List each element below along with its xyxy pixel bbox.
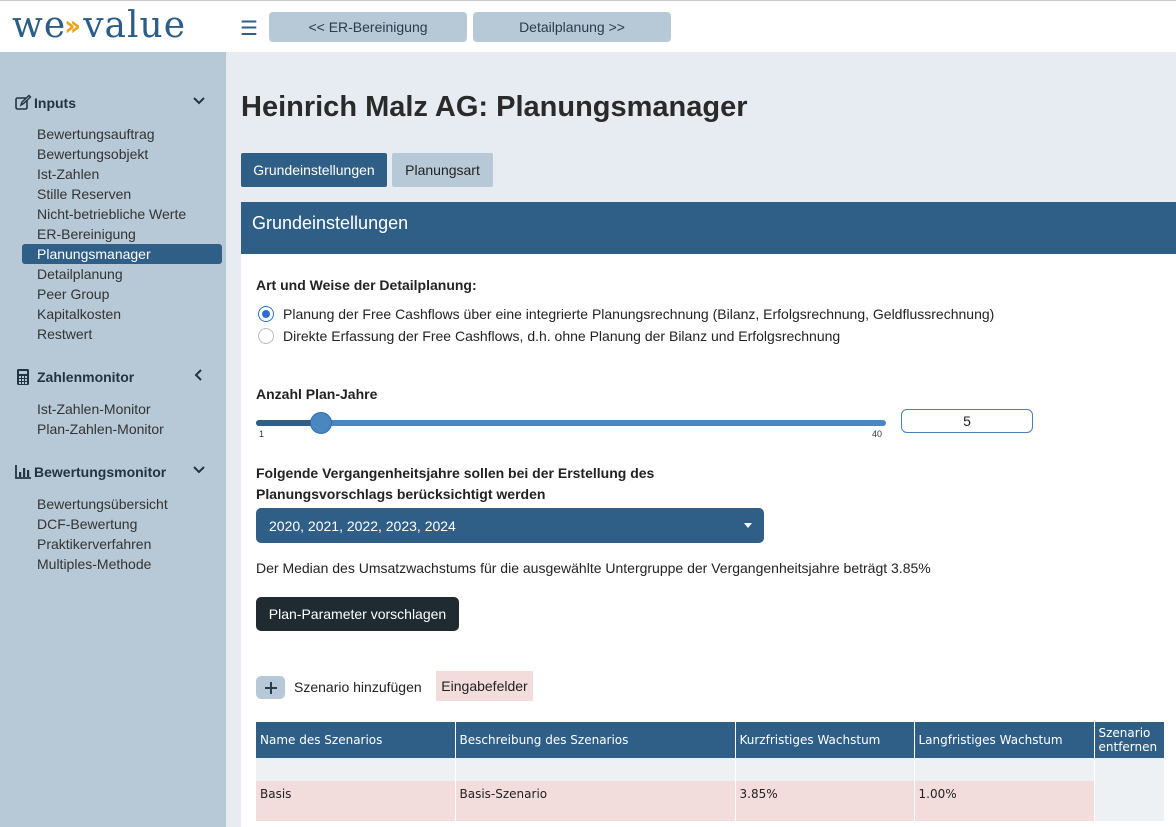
top-bar: we›› value ☰ << ER-Bereinigung Detailplan… bbox=[0, 0, 1176, 52]
menu-icon[interactable]: ☰ bbox=[240, 16, 258, 41]
sidebar-section-title: Inputs bbox=[34, 95, 76, 111]
edit-icon bbox=[15, 94, 32, 110]
panel-header: Grundeinstellungen bbox=[241, 202, 1176, 254]
sidebar-section-title: Bewertungsmonitor bbox=[34, 464, 167, 480]
short-growth-cell[interactable]: 3.85% bbox=[735, 781, 915, 821]
radio-button[interactable] bbox=[258, 328, 274, 344]
radio-label: Direkte Erfassung der Free Cashflows, d.… bbox=[283, 328, 841, 344]
chevron-left-icon[interactable] bbox=[192, 368, 206, 382]
table-cell[interactable] bbox=[256, 758, 456, 781]
col-header-long-growth: Langfristiges Wachstum bbox=[914, 722, 1095, 758]
radio-integrated-planning[interactable]: Planung der Free Cashflows über eine int… bbox=[258, 306, 994, 322]
sidebar: Inputs Bewertungsauftrag Bewertungsobjek… bbox=[0, 52, 226, 827]
sidebar-item-bewertungsauftrag[interactable]: Bewertungsauftrag bbox=[22, 124, 222, 144]
median-info-text: Der Median des Umsatzwachstums für die a… bbox=[256, 560, 931, 576]
wevalue-logo[interactable]: we›› value bbox=[12, 5, 186, 46]
scenario-name-cell[interactable]: Basis bbox=[256, 781, 456, 821]
radio-label: Planung der Free Cashflows über eine int… bbox=[283, 306, 995, 322]
past-years-label: Folgende Vergangenheitsjahre sollen bei … bbox=[256, 465, 655, 481]
bar-chart-icon bbox=[15, 465, 31, 479]
sidebar-item-restwert[interactable]: Restwert bbox=[22, 324, 222, 344]
long-growth-cell[interactable]: 1.00% bbox=[914, 781, 1095, 821]
sidebar-item-dcf-bewertung[interactable]: DCF-Bewertung bbox=[22, 514, 222, 534]
sidebar-section-zahlenmonitor[interactable]: Zahlenmonitor bbox=[14, 366, 214, 388]
sidebar-item-bewertungsuebersicht[interactable]: Bewertungsübersicht bbox=[22, 494, 222, 514]
sidebar-item-praktikerverfahren[interactable]: Praktikerverfahren bbox=[22, 534, 222, 554]
col-header-short-growth: Kurzfristiges Wachstum bbox=[735, 722, 915, 758]
sidebar-item-stille-reserven[interactable]: Stille Reserven bbox=[22, 184, 222, 204]
table-header-row: Name des Szenarios Beschreibung des Szen… bbox=[256, 722, 1165, 758]
table-row: Basis Basis-Szenario 3.85% 1.00% bbox=[256, 781, 1165, 821]
main-content: Heinrich Malz AG: Planungsmanager Grunde… bbox=[226, 52, 1176, 827]
prev-page-button[interactable]: << ER-Bereinigung bbox=[269, 12, 467, 42]
slider-min-label: 1 bbox=[259, 429, 265, 439]
plan-years-slider[interactable] bbox=[256, 412, 886, 434]
col-header-name: Name des Szenarios bbox=[256, 722, 456, 758]
page-title: Heinrich Malz AG: Planungsmanager bbox=[241, 91, 748, 123]
sidebar-item-ist-zahlen-monitor[interactable]: Ist-Zahlen-Monitor bbox=[22, 399, 222, 419]
col-header-remove: Szenario entfernen bbox=[1094, 722, 1165, 758]
selected-years: 2020, 2021, 2022, 2023, 2024 bbox=[269, 518, 456, 534]
sidebar-item-multiples-methode[interactable]: Multiples-Methode bbox=[22, 554, 222, 574]
remove-scenario-cell[interactable] bbox=[1094, 781, 1165, 821]
past-years-select[interactable]: 2020, 2021, 2022, 2023, 2024 bbox=[256, 508, 764, 543]
scenario-description-cell[interactable]: Basis-Szenario bbox=[455, 781, 736, 821]
radio-button[interactable] bbox=[258, 306, 274, 322]
tab-planungsart[interactable]: Planungsart bbox=[392, 153, 493, 187]
slider-max-label: 40 bbox=[872, 429, 883, 439]
sidebar-item-bewertungsobjekt[interactable]: Bewertungsobjekt bbox=[22, 144, 222, 164]
scenario-table: Name des Szenarios Beschreibung des Szen… bbox=[256, 722, 1165, 821]
input-fields-legend: Eingabefelder bbox=[436, 671, 533, 701]
sidebar-item-er-bereinigung[interactable]: ER-Bereinigung bbox=[22, 224, 222, 244]
col-header-remove-1: Szenario bbox=[1098, 726, 1151, 740]
sidebar-item-plan-zahlen-monitor[interactable]: Plan-Zahlen-Monitor bbox=[22, 419, 222, 439]
planning-method-label: Art und Weise der Detailplanung: bbox=[256, 277, 477, 293]
add-scenario-button[interactable] bbox=[256, 676, 285, 699]
tab-grundeinstellungen[interactable]: Grundeinstellungen bbox=[241, 153, 387, 187]
sidebar-section-bewertungsmonitor[interactable]: Bewertungsmonitor bbox=[14, 461, 214, 483]
past-years-label-2: Planungsvorschlags berücksichtigt werden bbox=[256, 486, 546, 502]
plus-icon bbox=[264, 681, 277, 694]
sidebar-item-kapitalkosten[interactable]: Kapitalkosten bbox=[22, 304, 222, 324]
panel-body: Art und Weise der Detailplanung: Planung… bbox=[241, 254, 1176, 827]
col-header-remove-2: entfernen bbox=[1098, 740, 1158, 754]
sidebar-section-title: Zahlenmonitor bbox=[37, 369, 135, 385]
plan-years-input[interactable]: 5 bbox=[901, 409, 1033, 433]
table-cell[interactable] bbox=[735, 758, 915, 781]
radio-direct-entry[interactable]: Direkte Erfassung der Free Cashflows, d.… bbox=[258, 328, 840, 344]
sidebar-item-peer-group[interactable]: Peer Group bbox=[22, 284, 222, 304]
table-cell bbox=[1094, 758, 1165, 781]
chevron-down-icon[interactable] bbox=[192, 463, 206, 477]
suggest-parameters-button[interactable]: Plan-Parameter vorschlagen bbox=[256, 597, 459, 631]
caret-down-icon bbox=[744, 523, 752, 528]
add-scenario-label: Szenario hinzufügen bbox=[294, 679, 422, 695]
table-cell[interactable] bbox=[914, 758, 1095, 781]
table-filter-row bbox=[256, 758, 1165, 781]
table-cell[interactable] bbox=[455, 758, 736, 781]
chevron-down-icon[interactable] bbox=[192, 94, 206, 108]
sidebar-section-inputs[interactable]: Inputs bbox=[14, 92, 214, 114]
slider-handle[interactable] bbox=[309, 412, 332, 434]
plan-years-label: Anzahl Plan-Jahre bbox=[256, 386, 378, 402]
calculator-icon bbox=[17, 369, 29, 385]
sidebar-item-nicht-betriebliche-werte[interactable]: Nicht-betriebliche Werte bbox=[22, 204, 222, 224]
col-header-description: Beschreibung des Szenarios bbox=[455, 722, 736, 758]
next-page-button[interactable]: Detailplanung >> bbox=[473, 12, 671, 42]
sidebar-item-planungsmanager[interactable]: Planungsmanager bbox=[22, 244, 222, 264]
sidebar-item-ist-zahlen[interactable]: Ist-Zahlen bbox=[22, 164, 222, 184]
sidebar-item-detailplanung[interactable]: Detailplanung bbox=[22, 264, 222, 284]
